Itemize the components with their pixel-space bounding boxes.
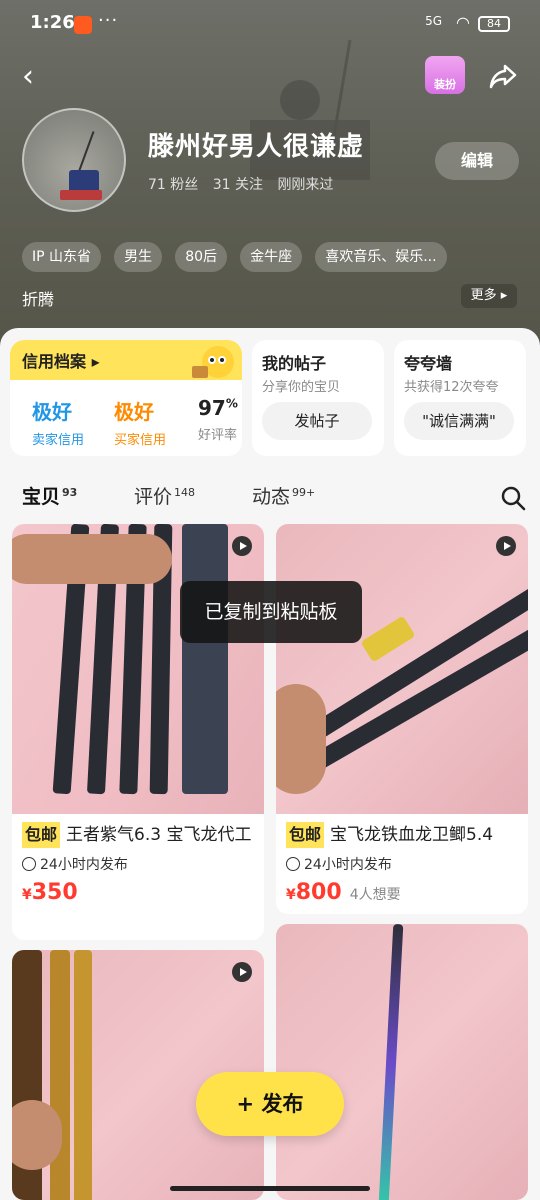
video-icon (232, 536, 252, 556)
my-posts-title: 我的帖子 (262, 354, 327, 373)
product-card[interactable] (276, 924, 528, 1200)
product-info: 包邮 王者紫气6.3 宝飞龙代工 24小时内发布 ¥350 (22, 822, 258, 905)
praise-tag-button[interactable]: "诚信满满" (404, 402, 514, 440)
seller-credit-value: 极好 (32, 400, 72, 424)
tab-reviews[interactable]: 评价 148 (134, 482, 195, 509)
status-bar: 1:26 ··· 5G ◠ 84 (0, 10, 540, 40)
copied-toast: 已复制到粘贴板 (180, 581, 362, 643)
rod-handle (182, 524, 228, 794)
avatar-boat (60, 190, 102, 200)
seller-credit-label: 卖家信用 (32, 433, 85, 448)
tab-items-count: 93 (62, 485, 78, 499)
product-photo[interactable] (12, 524, 264, 814)
content-tabs: 宝贝 93 评价 148 动态 99+ (22, 482, 522, 512)
product-photo[interactable] (276, 524, 528, 814)
tab-reviews-count: 148 (174, 485, 196, 499)
hand (12, 1100, 62, 1170)
tab-moments-count: 99+ (292, 485, 316, 499)
product-photo[interactable] (276, 924, 528, 1200)
more-button[interactable]: 更多 ▸ (461, 284, 517, 308)
mascot-icon (192, 346, 234, 378)
video-icon (232, 962, 252, 982)
product-title: 宝飞龙铁血龙卫鲫5.4 (330, 825, 494, 845)
product-info: 包邮 宝飞龙铁血龙卫鲫5.4 24小时内发布 ¥800 4人想要 (286, 822, 522, 905)
battery-icon: 84 (478, 16, 510, 32)
tab-moments[interactable]: 动态 99+ (252, 482, 315, 509)
nickname: 滕州好男人很谦虚 (148, 132, 365, 162)
credit-title: 信用档案 ▸ (22, 352, 100, 371)
praise-wall-card[interactable]: 夸夸墙 共获得12次夸夸 "诚信满满" (394, 340, 526, 456)
tag-age[interactable]: 80后 (175, 242, 228, 272)
my-posts-card[interactable]: 我的帖子 分享你的宝贝 发帖子 (252, 340, 384, 456)
last-seen: 刚刚来过 (277, 177, 334, 193)
tab-moments-label: 动态 (252, 486, 291, 508)
rod-section (74, 950, 92, 1200)
profile-tags: IP 山东省 男生 80后 金牛座 喜欢音乐、娱乐... (22, 242, 455, 272)
positive-rate: 97% 好评率 (198, 396, 238, 443)
currency-symbol: ¥ (286, 887, 296, 903)
follows-count[interactable]: 31 关注 (213, 177, 263, 193)
rod-band (360, 615, 416, 663)
tag-gender[interactable]: 男生 (114, 242, 163, 272)
product-title: 王者紫气6.3 宝飞龙代工 (66, 825, 252, 845)
avatar[interactable] (22, 108, 126, 212)
video-icon (496, 536, 516, 556)
free-shipping-badge: 包邮 (22, 822, 61, 848)
rod-section (378, 924, 404, 1200)
free-shipping-badge: 包邮 (286, 822, 325, 848)
tag-interests[interactable]: 喜欢音乐、娱乐... (315, 242, 447, 272)
back-icon[interactable]: ‹ (22, 60, 50, 94)
fans-count[interactable]: 71 粉丝 (148, 177, 198, 193)
dress-up-label: 装扮 (434, 78, 456, 91)
tab-items[interactable]: 宝贝 93 (22, 482, 77, 509)
praise-wall-title: 夸夸墙 (404, 354, 453, 373)
buyer-credit-value: 极好 (114, 400, 154, 424)
publish-time: 24小时内发布 (40, 857, 128, 873)
buyer-credit: 极好 买家信用 (114, 396, 166, 448)
tab-reviews-label: 评价 (134, 486, 173, 508)
product-price: 350 (31, 880, 78, 905)
hand (276, 684, 326, 794)
status-dots: ··· (98, 10, 119, 31)
positive-rate-unit: % (225, 396, 238, 411)
praise-wall-subtitle: 共获得12次夸夸 (404, 380, 499, 395)
buyer-credit-label: 买家信用 (114, 433, 167, 448)
rod-section (50, 950, 70, 1200)
currency-symbol: ¥ (22, 887, 32, 903)
tag-zodiac[interactable]: 金牛座 (240, 242, 303, 272)
want-count: 4人想要 (349, 887, 401, 903)
positive-rate-label: 好评率 (198, 428, 238, 443)
status-time: 1:26 (30, 12, 75, 33)
tab-items-label: 宝贝 (22, 486, 61, 508)
signal-icon: 5G (425, 14, 442, 28)
tag-ip[interactable]: IP 山东省 (22, 242, 102, 272)
hand (12, 534, 172, 584)
search-icon[interactable] (500, 485, 526, 511)
credit-card[interactable]: 信用档案 ▸ 极好 卖家信用 极好 买家信用 97% 好评率 (10, 340, 242, 456)
publish-time: 24小时内发布 (304, 857, 392, 873)
clock-icon (286, 857, 300, 871)
wifi-icon: ◠ (456, 13, 470, 32)
dress-up-shirt-icon[interactable]: 装扮 (425, 56, 465, 94)
profile-stats: 71 粉丝 31 关注 刚刚来过 (148, 174, 343, 194)
clock-icon (22, 857, 36, 871)
edit-profile-button[interactable]: 编辑 (435, 142, 519, 180)
publish-button[interactable]: + 发布 (196, 1072, 344, 1136)
seller-credit: 极好 卖家信用 (32, 396, 84, 448)
create-post-button[interactable]: 发帖子 (262, 402, 372, 440)
taobao-app-icon (74, 16, 92, 34)
share-icon[interactable] (487, 60, 519, 92)
home-indicator[interactable] (170, 1186, 370, 1191)
positive-rate-value: 97 (198, 396, 226, 420)
bio-text: 折腾 (22, 290, 55, 309)
my-posts-subtitle: 分享你的宝贝 (262, 380, 341, 395)
product-price: 800 (295, 880, 342, 905)
